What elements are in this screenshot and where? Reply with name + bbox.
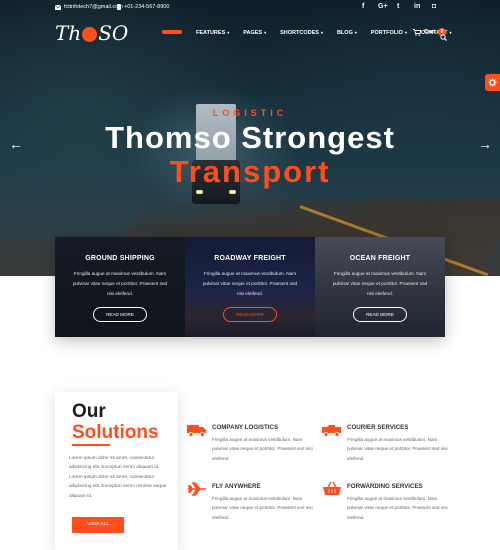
chevron-down-icon: ▾ [320,30,323,35]
nav-item-pages[interactable]: PAGES ▾ [243,30,266,36]
nav-item-home[interactable] [162,30,182,36]
logo-text-start: Th [55,21,82,45]
feature-company-logistics: COMPANY LOGISTICS Fringilla augue at max… [186,422,321,470]
search-button[interactable] [440,28,447,46]
feature-text: Fringilla augue at maximus vestibulum. N… [212,437,313,461]
basket-icon [323,481,341,495]
email-contact[interactable]: fctinfotech7@gmail.com [55,4,123,10]
title-underline [72,444,110,446]
cart-icon [413,28,421,36]
feature-title: FORWARDING SERVICES [347,483,423,490]
truck-headlight-left [196,190,203,194]
phone-text: +01-234-567-8900 [124,4,170,10]
phone-contact[interactable]: +01-234-567-8900 [117,4,169,10]
courier-truck-icon [322,425,341,437]
card-title: GROUND SHIPPING [85,255,155,262]
feature-text: Fringilla augue at maximus vestibulum. N… [347,496,448,520]
service-card-roadway-freight: ROADWAY FREIGHT Fringilla augue at maxim… [185,237,315,337]
nav-item-shortcodes[interactable]: SHORTCODES ▾ [280,30,323,36]
settings-toggle[interactable] [485,74,500,91]
feature-title: FLY ANYWHERE [212,483,261,490]
search-icon [440,34,447,41]
read-more-button[interactable]: READ MORE [93,307,147,322]
hero-title-line1: Thomso Strongest [105,120,395,155]
read-more-button[interactable]: READ MORE [353,307,407,322]
view-all-button[interactable]: VIEW ALL [72,517,124,533]
card-text: Fringilla augue at maximus vestibulum. N… [202,271,298,296]
service-cards: GROUND SHIPPING Fringilla augue at maxim… [55,237,445,337]
solutions-text: Lorem ipsum dolor sit amet, consectetur … [69,456,167,499]
slider-next-arrow-icon[interactable]: → [478,136,492,152]
nav-label: PORTFOLIO [370,30,403,36]
linkedin-icon[interactable]: in [414,3,420,10]
logo-mark [82,26,98,42]
solutions-box: Our Solutions Lorem ipsum dolor sit amet… [55,392,178,550]
feature-text: Fringilla augue at maximus vestibulum. N… [347,437,448,461]
logo-text-end: SO [98,21,129,45]
feature-text: Fringilla augue at maximus vestibulum. N… [212,496,313,520]
solutions-title-line2: Solutions [72,422,159,443]
chevron-down-icon: ▾ [354,30,357,35]
read-more-button[interactable]: READ MORE [223,307,277,322]
truck-icon [187,425,206,437]
feature-forwarding-services: FORWARDING SERVICES Fringilla augue at m… [321,481,456,529]
hero-title-line2: Transport [169,154,331,189]
site-logo[interactable]: Th SO [55,21,129,45]
nav-label: PAGES [243,30,263,36]
email-text: fctinfotech7@gmail.com [64,4,123,10]
truck-headlight-right [229,190,236,194]
gear-icon [488,78,497,87]
slider-prev-arrow-icon[interactable]: ← [9,136,23,152]
home-active-indicator [162,30,182,34]
instagram-icon[interactable]: ◘ [432,3,436,10]
solutions-title-line1: Our [72,401,106,422]
envelope-icon [55,4,61,10]
card-title: ROADWAY FREIGHT [214,255,286,262]
airplane-icon [187,482,206,496]
hero-slider: fctinfotech7@gmail.com +01-234-567-8900 … [0,0,500,276]
nav-label: SHORTCODES [280,30,319,36]
chevron-down-icon: ▾ [264,30,267,35]
cart-label: Cart [424,29,436,35]
nav-label: BLOG [336,30,353,36]
hero-kicker: LOGISTIC [212,108,288,118]
feature-title: COMPANY LOGISTICS [212,424,279,431]
nav-item-blog[interactable]: BLOG ▾ [337,30,357,36]
top-bar: fctinfotech7@gmail.com +01-234-567-8900 … [0,0,500,18]
chevron-down-icon: ▾ [449,30,452,35]
google-plus-icon[interactable]: G+ [378,3,388,10]
feature-fly-anywhere: FLY ANYWHERE Fringilla augue at maximus … [186,481,321,529]
nav-item-features[interactable]: FEATURES ▾ [196,30,229,36]
chevron-down-icon: ▾ [404,30,407,35]
service-card-ocean-freight: OCEAN FREIGHT Fringilla augue at maximus… [315,237,445,337]
chevron-down-icon: ▾ [227,30,230,35]
facebook-icon[interactable]: f [362,3,364,10]
twitter-icon[interactable]: t [397,3,399,10]
nav-item-portfolio[interactable]: PORTFOLIO ▾ [371,30,407,36]
service-card-ground-shipping: GROUND SHIPPING Fringilla augue at maxim… [55,237,185,337]
feature-title: COURIER SERVICES [347,424,409,431]
card-title: OCEAN FREIGHT [349,255,411,262]
feature-courier-services: COURIER SERVICES Fringilla augue at maxi… [321,422,456,470]
card-text: Fringilla augue at maximus vestibulum. N… [332,271,428,296]
phone-icon [117,4,121,10]
card-text: Fringilla augue at maximus vestibulum. N… [72,271,168,296]
nav-label: FEATURES [196,30,226,36]
